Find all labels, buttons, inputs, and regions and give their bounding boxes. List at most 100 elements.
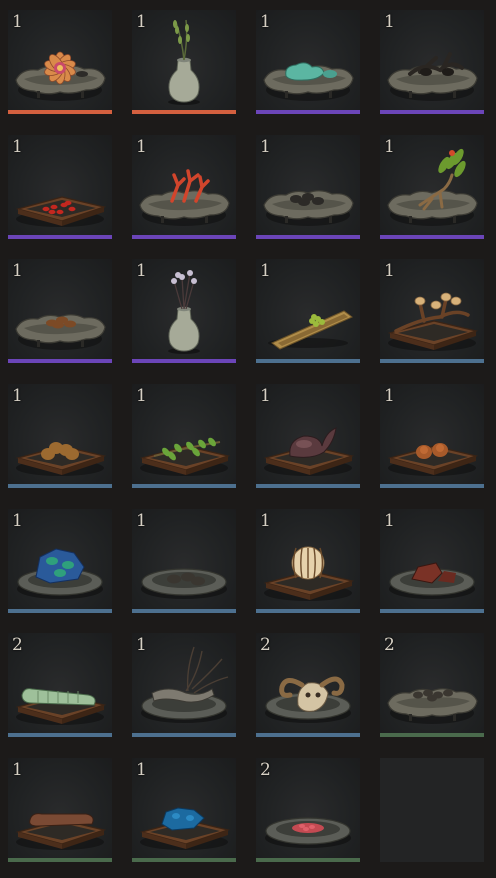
red-mineral-dish-icon — [389, 562, 475, 599]
red-berries-wooden-tray-icon — [15, 196, 107, 227]
inventory-slot[interactable]: 1 — [256, 509, 360, 613]
dark-roots-on-tray-icon — [387, 52, 478, 101]
rarity-bar — [380, 359, 484, 363]
ram-skull-dish-icon — [265, 676, 351, 723]
item-count: 2 — [384, 635, 395, 655]
item-count: 1 — [384, 261, 395, 281]
rarity-bar — [8, 235, 112, 239]
celadon-vase-with-willow-icon — [168, 19, 200, 105]
turquoise-stone-on-tray-icon — [263, 62, 354, 101]
item-count: 1 — [384, 386, 395, 406]
gnarled-root-dish-icon — [141, 646, 229, 723]
rarity-bar — [380, 484, 484, 488]
inventory-slot[interactable]: 1 — [132, 135, 236, 239]
rarity-bar — [132, 110, 236, 114]
red-powder-dish-icon — [265, 817, 351, 848]
item-count: 1 — [12, 12, 23, 32]
inventory-slot[interactable]: 1 — [380, 259, 484, 363]
item-count: 1 — [260, 261, 271, 281]
striped-gourd-wooden-tray-icon — [263, 546, 355, 601]
green-herb-sprig-tray-icon — [139, 437, 231, 476]
blue-crystal-wooden-tray-icon — [139, 807, 231, 850]
inventory-slot[interactable]: 1 — [132, 259, 236, 363]
item-count: 1 — [136, 511, 147, 531]
inventory-slot[interactable]: 2 — [380, 633, 484, 737]
rarity-bar — [380, 733, 484, 737]
item-count: 1 — [12, 511, 23, 531]
inventory-slot[interactable]: 1 — [8, 135, 112, 239]
item-count: 1 — [136, 261, 147, 281]
inventory-slot[interactable]: 1 — [256, 135, 360, 239]
item-count: 1 — [12, 137, 23, 157]
inventory-grid: 1 1 1 1 1 1 1 1 1 1 1 1 1 1 1 1 1 1 1 1 2 1 2 2 1 1 2 — [0, 0, 496, 878]
azurite-mineral-dish-icon — [17, 548, 103, 599]
rarity-bar — [256, 484, 360, 488]
inventory-slot[interactable]: 1 — [256, 384, 360, 488]
rarity-bar — [8, 733, 112, 737]
item-count: 1 — [136, 760, 147, 780]
walnuts-wooden-tray-icon — [387, 443, 479, 476]
inventory-slot[interactable]: 1 — [256, 10, 360, 114]
dark-pellets-on-tray-icon — [263, 190, 354, 226]
inventory-slot[interactable]: 1 — [380, 509, 484, 613]
item-count: 1 — [384, 511, 395, 531]
rarity-bar — [132, 858, 236, 862]
inventory-slot[interactable]: 1 — [132, 758, 236, 862]
rarity-bar — [8, 359, 112, 363]
inventory-slot[interactable]: 2 — [8, 633, 112, 737]
rarity-bar — [256, 110, 360, 114]
inventory-slot[interactable]: 1 — [8, 384, 112, 488]
rarity-bar — [8, 484, 112, 488]
brown-root-wooden-tray-icon — [15, 813, 107, 850]
inventory-slot[interactable]: 1 — [132, 384, 236, 488]
rarity-bar — [380, 609, 484, 613]
item-count: 1 — [136, 12, 147, 32]
inventory-slot[interactable]: 1 — [256, 259, 360, 363]
bamboo-scoop-green-seeds-icon — [268, 310, 353, 350]
inventory-slot[interactable]: 1 — [8, 758, 112, 862]
rarity-bar — [8, 609, 112, 613]
inventory-slot[interactable]: 1 — [8, 259, 112, 363]
item-count: 1 — [260, 511, 271, 531]
rarity-bar — [132, 733, 236, 737]
rarity-bar — [8, 858, 112, 862]
item-count: 1 — [384, 137, 395, 157]
celadon-vase-dried-flowers-icon — [168, 270, 200, 354]
rarity-bar — [256, 235, 360, 239]
item-count: 1 — [384, 12, 395, 32]
rarity-bar — [256, 359, 360, 363]
green-root-wooden-tray-icon — [15, 688, 107, 725]
rarity-bar — [256, 609, 360, 613]
mushroom-branch-wooden-tray-icon — [387, 292, 479, 351]
rarity-bar — [132, 235, 236, 239]
inventory-slot[interactable]: 2 — [256, 758, 360, 862]
inventory-slot[interactable]: 1 — [8, 10, 112, 114]
inventory-slot[interactable]: 1 — [380, 135, 484, 239]
item-count: 1 — [12, 261, 23, 281]
item-count: 1 — [260, 137, 271, 157]
item-count: 1 — [260, 386, 271, 406]
inventory-slot[interactable]: 1 — [132, 10, 236, 114]
item-count: 1 — [12, 760, 23, 780]
lotus-flower-on-tray-icon — [15, 51, 106, 101]
inventory-slot[interactable]: 2 — [256, 633, 360, 737]
item-count: 2 — [12, 635, 23, 655]
item-count: 2 — [260, 760, 271, 780]
item-count: 1 — [136, 137, 147, 157]
inventory-slot[interactable]: 1 — [132, 633, 236, 737]
inventory-slot[interactable]: 1 — [8, 509, 112, 613]
dried-fruit-wooden-tray-icon — [15, 442, 107, 476]
dark-chunks-on-tray-icon — [387, 688, 478, 724]
inventory-slot[interactable]: 1 — [380, 384, 484, 488]
rarity-bar — [132, 359, 236, 363]
item-count: 1 — [136, 635, 147, 655]
empty-inventory-slot[interactable] — [380, 758, 484, 862]
inventory-slot[interactable]: 1 — [380, 10, 484, 114]
inventory-slot[interactable]: 1 — [132, 509, 236, 613]
rarity-bar — [256, 733, 360, 737]
item-count: 1 — [136, 386, 147, 406]
rarity-bar — [380, 235, 484, 239]
rarity-bar — [256, 858, 360, 862]
dark-stones-dish-icon — [141, 568, 227, 599]
item-count: 1 — [260, 12, 271, 32]
